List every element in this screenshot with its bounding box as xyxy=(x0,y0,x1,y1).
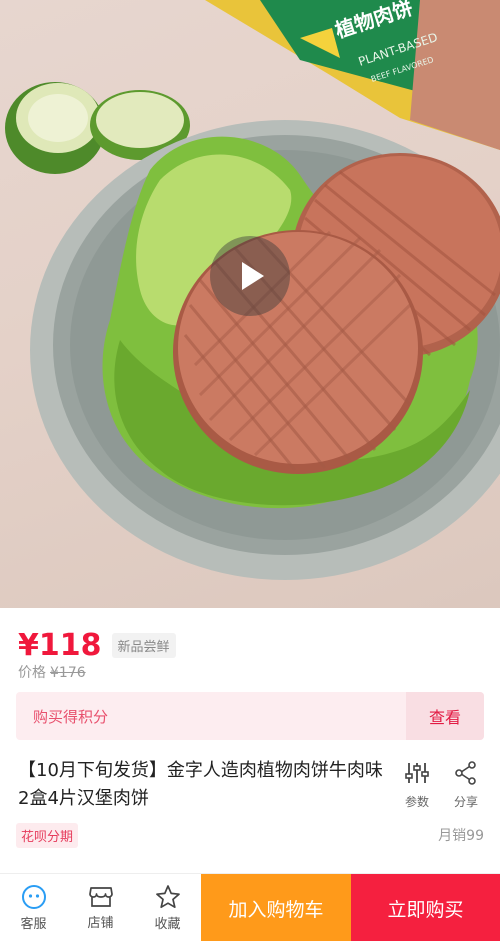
favorite-tab[interactable]: 收藏 xyxy=(134,874,201,941)
add-to-cart-button[interactable]: 加入购物车 xyxy=(201,874,351,941)
price-row: ¥118 新品尝鲜 xyxy=(18,624,176,664)
product-title: 【10月下旬发货】金字人造肉植物肉饼牛肉味2盒4片汉堡肉饼 xyxy=(18,760,383,809)
original-price: ¥176 xyxy=(50,665,86,681)
store-label: 店铺 xyxy=(87,916,114,931)
params-button[interactable]: 参数 xyxy=(397,761,437,810)
customer-service-icon xyxy=(21,885,46,909)
monthly-sales: 月销99 xyxy=(438,828,484,844)
current-price: ¥118 xyxy=(18,628,102,663)
points-text: 购买得积分 xyxy=(33,707,109,726)
points-banner[interactable]: 购买得积分 查看 xyxy=(16,692,484,740)
share-icon xyxy=(455,761,476,785)
video-play-button[interactable] xyxy=(210,236,290,316)
store-tab[interactable]: 店铺 xyxy=(67,874,134,941)
buy-now-button[interactable]: 立即购买 xyxy=(351,874,500,941)
original-price-row: 价格 ¥176 xyxy=(18,662,86,682)
customer-service-label: 客服 xyxy=(20,917,47,932)
installment-tag: 花呗分期 xyxy=(16,823,79,848)
share-label: 分享 xyxy=(453,795,478,809)
store-icon xyxy=(88,887,113,907)
original-price-label: 价格 xyxy=(18,665,46,681)
view-points-button[interactable]: 查看 xyxy=(406,692,484,740)
new-product-badge: 新品尝鲜 xyxy=(111,633,176,658)
star-icon xyxy=(155,885,180,909)
favorite-label: 收藏 xyxy=(154,917,181,932)
bottom-action-bar: 客服 店铺 收藏 加入购物车 立即购买 xyxy=(0,873,500,941)
share-button[interactable]: 分享 xyxy=(446,761,486,810)
sliders-icon xyxy=(405,763,429,783)
params-label: 参数 xyxy=(404,795,429,809)
play-icon xyxy=(242,262,264,290)
customer-service-tab[interactable]: 客服 xyxy=(0,874,67,941)
product-hero-image[interactable]: 植物肉饼 PLANT-BASED BEEF FLAVORED xyxy=(0,0,500,608)
